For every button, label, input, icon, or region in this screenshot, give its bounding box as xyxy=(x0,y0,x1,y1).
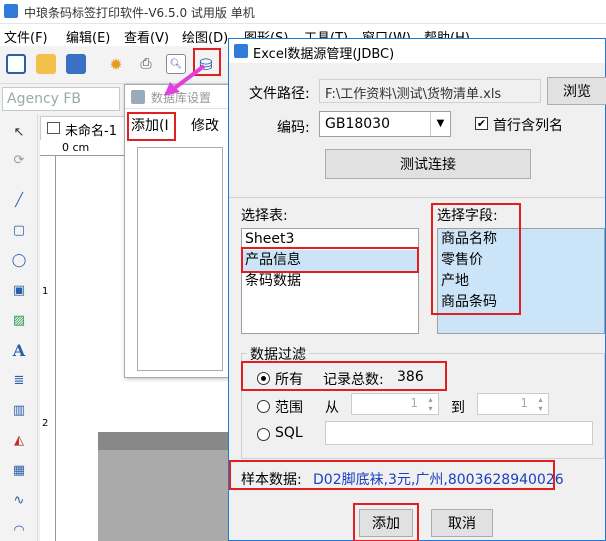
shape-tool-icon[interactable]: ◭ xyxy=(9,430,29,450)
app-title: 中琅条码标签打印软件-V6.5.0 试用版 单机 xyxy=(24,6,255,20)
table-item-sheet3[interactable]: Sheet3 xyxy=(242,229,418,250)
encoding-value: GB18030 xyxy=(325,116,390,132)
filter-sql-label: SQL xyxy=(275,425,303,441)
filter-all-label: 所有 xyxy=(275,372,303,388)
first-row-label: 首行含列名 xyxy=(493,118,563,134)
ruler-mark-2: 2 xyxy=(42,418,49,429)
doc-tab-icon xyxy=(47,122,60,134)
db-edit-button[interactable]: 修改 xyxy=(191,115,219,135)
file-path-label: 文件路径: xyxy=(249,86,310,102)
add-button[interactable]: 添加 xyxy=(359,509,413,537)
select-field-label: 选择字段: xyxy=(437,208,498,224)
range-to-label: 到 xyxy=(451,400,465,416)
app-logo-icon xyxy=(4,4,18,18)
rotate-tool-icon[interactable]: ⟳ xyxy=(9,150,29,170)
pointer-tool-icon[interactable]: ↖ xyxy=(9,122,29,142)
menu-edit[interactable]: 编辑(E) xyxy=(66,27,110,46)
font-name-select[interactable]: Agency FB xyxy=(2,87,120,111)
db-list[interactable] xyxy=(137,147,223,371)
filter-range-radio[interactable] xyxy=(257,400,270,413)
new-window-icon[interactable] xyxy=(6,54,26,74)
range-to-stepper[interactable]: 1 xyxy=(477,393,549,415)
db-add-button[interactable]: 添加(I xyxy=(131,115,169,135)
db-dialog-icon xyxy=(131,90,145,104)
curve-tool-icon[interactable]: ∿ xyxy=(9,490,29,510)
filter-range-label: 范围 xyxy=(275,400,303,416)
record-count-value: 386 xyxy=(397,369,424,385)
excel-dialog-icon xyxy=(234,44,248,58)
excel-datasource-dialog: Excel数据源管理(JDBC) 文件路径: F:\工作资料\测试\货物清单.x… xyxy=(228,38,606,541)
ruler-unit: 0 cm xyxy=(62,141,90,154)
excel-dialog-titlebar: Excel数据源管理(JDBC) xyxy=(229,39,605,63)
left-toolbox: ↖ ⟳ ╱ ▢ ◯ ▣ ▨ A ≣ ▥ ◭ ▦ ∿ ◠ xyxy=(0,114,38,541)
menu-draw[interactable]: 绘图(D) xyxy=(182,27,228,46)
chevron-down-icon[interactable]: ▼ xyxy=(430,112,450,136)
canvas-shadow xyxy=(98,432,230,450)
filter-title: 数据过滤 xyxy=(247,344,309,364)
sample-data-label: 样本数据: xyxy=(241,472,302,488)
range-from-label: 从 xyxy=(325,400,339,416)
rich-text-tool-icon[interactable]: ≣ xyxy=(9,370,29,390)
field-item-price[interactable]: 零售价 xyxy=(438,250,604,271)
settings-gear-icon[interactable]: ✹ xyxy=(106,54,126,74)
doc-tab-title: 未命名-1 xyxy=(65,124,117,139)
save-icon[interactable] xyxy=(66,54,86,74)
record-count-label: 记录总数: xyxy=(323,372,384,388)
rectangle-tool-icon[interactable]: ▢ xyxy=(9,220,29,240)
file-path-field[interactable]: F:\工作资料\测试\货物清单.xls xyxy=(319,79,541,103)
filter-sql-radio[interactable] xyxy=(257,428,270,441)
text-tool-icon[interactable]: A xyxy=(9,340,29,360)
encoding-label: 编码: xyxy=(277,120,310,136)
cancel-button[interactable]: 取消 xyxy=(431,509,493,537)
filter-all-radio[interactable] xyxy=(257,372,270,385)
image-tool-icon[interactable]: ▣ xyxy=(9,280,29,300)
qrcode-tool-icon[interactable]: ▦ xyxy=(9,460,29,480)
database-settings-dialog: 数据库设置 添加(I 修改 xyxy=(124,84,234,378)
encoding-select[interactable]: GB18030 ▼ xyxy=(319,111,451,137)
field-item-name[interactable]: 商品名称 xyxy=(438,229,604,250)
first-row-checkbox[interactable]: ✔ xyxy=(475,117,488,130)
test-connection-button[interactable]: 测试连接 xyxy=(325,149,531,179)
table-item-barcode-data[interactable]: 条码数据 xyxy=(242,271,418,292)
open-folder-icon[interactable] xyxy=(36,54,56,74)
field-item-barcode[interactable]: 商品条码 xyxy=(438,292,604,313)
line-tool-icon[interactable]: ╱ xyxy=(9,190,29,210)
print-icon[interactable]: ⎙ xyxy=(136,54,156,74)
pointer-arrow-icon xyxy=(164,64,206,96)
sql-input[interactable] xyxy=(325,421,593,445)
menu-view[interactable]: 查看(V) xyxy=(124,27,169,46)
doc-tab[interactable]: 未命名-1 xyxy=(40,116,128,140)
menu-file[interactable]: 文件(F) xyxy=(4,27,48,46)
table-list[interactable]: Sheet3 产品信息 条码数据 xyxy=(241,228,419,334)
field-list[interactable]: 商品名称 零售价 产地 商品条码 xyxy=(437,228,605,334)
picture-tool-icon[interactable]: ▨ xyxy=(9,310,29,330)
field-item-origin[interactable]: 产地 xyxy=(438,271,604,292)
sample-data-value: D02脚底袜,3元,广州,8003628940026 xyxy=(313,472,564,488)
table-item-product-info[interactable]: 产品信息 xyxy=(242,250,418,271)
vertical-ruler: 1 2 xyxy=(40,156,56,541)
range-from-stepper[interactable]: 1 xyxy=(351,393,439,415)
select-table-label: 选择表: xyxy=(241,208,288,224)
divider xyxy=(229,197,605,198)
app-title-bar: 中琅条码标签打印软件-V6.5.0 试用版 单机 xyxy=(0,0,606,24)
arc-tool-icon[interactable]: ◠ xyxy=(9,520,29,540)
ruler-mark-1: 1 xyxy=(42,286,49,297)
browse-button[interactable]: 浏览 xyxy=(547,77,606,105)
ellipse-tool-icon[interactable]: ◯ xyxy=(9,250,29,270)
excel-dialog-title: Excel数据源管理(JDBC) xyxy=(253,47,395,62)
barcode-tool-icon[interactable]: ▥ xyxy=(9,400,29,420)
